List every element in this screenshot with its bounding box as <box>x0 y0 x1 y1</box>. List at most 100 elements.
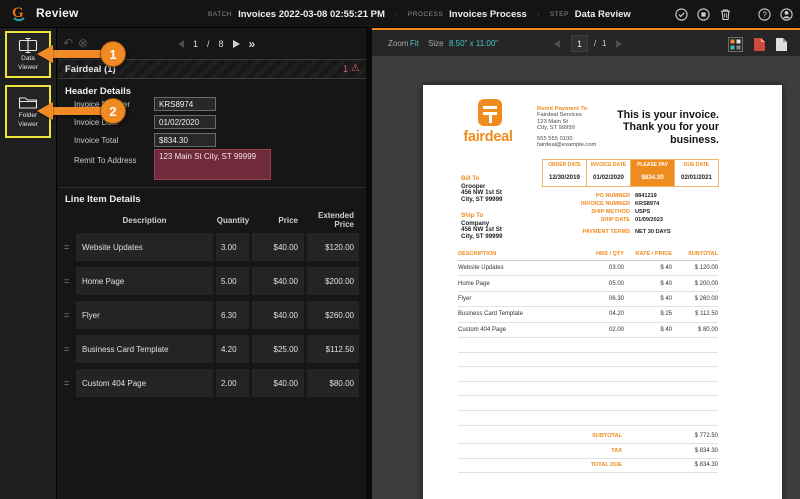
headline-line: This is your invoice. <box>617 109 719 121</box>
field-invoice-number[interactable]: KRS8974 <box>154 97 216 111</box>
cell-extended[interactable]: $80.00 <box>307 369 359 397</box>
invoice-items-header: DESCRIPTION HRS / QTY RATE / PRICE SUBTO… <box>458 251 718 261</box>
total-row-tax: TAX $ 834.30 <box>458 444 718 459</box>
pdf-file-icon[interactable] <box>753 37 766 52</box>
meta-label: SHIP DATE <box>600 217 630 223</box>
step-label: STEP <box>549 10 569 18</box>
field-label-remit-to-address: Remit To Address <box>74 156 137 165</box>
total-label: TAX <box>611 447 622 454</box>
drag-handle-icon[interactable]: = <box>64 369 69 397</box>
save-changes-icon[interactable]: ↶ <box>63 36 73 50</box>
cell-extended[interactable]: $200.00 <box>307 267 359 295</box>
cell-description[interactable]: Business Card Template <box>76 335 213 363</box>
table-row[interactable]: = Home Page 5.00 $40.00 $200.00 <box>58 267 366 295</box>
item-description: Home Page <box>458 280 490 287</box>
fairdeal-logo-icon <box>478 99 502 126</box>
image-page-input[interactable]: 1 <box>571 35 588 52</box>
inv-col-subtotal: SUBTOTAL <box>688 251 718 257</box>
drag-handle-icon[interactable]: = <box>64 335 69 363</box>
invoice-totals: SUBTOTAL $ 772.50 TAX $ 834.30 TOTAL DUE… <box>458 429 718 474</box>
thumbnail-view-icon[interactable] <box>728 37 743 52</box>
cell-price[interactable]: $25.00 <box>252 335 304 363</box>
skip-to-end-icon[interactable]: » <box>249 38 256 50</box>
page-title: Review <box>36 6 79 20</box>
separator-dot: · <box>536 9 540 19</box>
previous-image-icon[interactable] <box>554 40 560 48</box>
drag-handle-icon[interactable]: = <box>64 301 69 329</box>
user-account-icon[interactable] <box>779 7 794 22</box>
previous-page-icon[interactable] <box>178 40 184 48</box>
cell-extended[interactable]: $112.50 <box>307 335 359 363</box>
folder-icon <box>18 96 38 109</box>
callout-2-arrow-tail <box>52 107 104 115</box>
invoice-empty-row <box>458 367 718 382</box>
zoom-value[interactable]: Fit <box>410 39 419 48</box>
cell-quantity[interactable]: 3.00 <box>216 233 249 261</box>
field-invoice-total[interactable]: $834.30 <box>154 133 216 147</box>
total-label: SUBTOTAL <box>592 432 622 439</box>
cell-extended[interactable]: $260.00 <box>307 301 359 329</box>
item-subtotal: $ 80.00 <box>697 326 718 333</box>
item-qty: 05.00 <box>608 280 624 287</box>
item-rate: $ 40 <box>660 295 672 302</box>
table-row[interactable]: = Flyer 6.30 $40.00 $260.00 <box>58 301 366 329</box>
cell-description[interactable]: Flyer <box>76 301 213 329</box>
invoice-empty-row <box>458 396 718 411</box>
cell-quantity[interactable]: 5.00 <box>216 267 249 295</box>
cell-extended[interactable]: $120.00 <box>307 233 359 261</box>
invoice-page[interactable]: fairdeal Remit Payment To Fairdeal Servi… <box>423 85 782 499</box>
help-icon[interactable]: ? <box>757 7 772 22</box>
cell-price[interactable]: $40.00 <box>252 369 304 397</box>
summary-due-date: DUE DATE 02/01/2021 <box>675 160 718 186</box>
invoice-item-row: Custom 404 Page 02.00 $ 40 $ 80.00 <box>458 323 718 338</box>
header-details-title: Header Details <box>65 86 132 97</box>
ship-to-line: City, ST 99999 <box>461 232 503 240</box>
grooper-logo-icon: G <box>12 5 25 22</box>
cell-price[interactable]: $40.00 <box>252 267 304 295</box>
cell-price[interactable]: $40.00 <box>252 301 304 329</box>
folder-viewer-label-line1: Folder <box>18 111 38 119</box>
next-page-icon[interactable] <box>232 40 240 48</box>
invoice-item-row: Website Updates 03.00 $ 40 $ 120.00 <box>458 261 718 277</box>
drag-handle-icon[interactable]: = <box>64 267 69 295</box>
cancel-changes-icon[interactable]: ⊗ <box>78 36 88 50</box>
cell-description[interactable]: Website Updates <box>76 233 213 261</box>
cell-price[interactable]: $40.00 <box>252 233 304 261</box>
pager-total: 8 <box>218 39 224 49</box>
warning-icon: ⚠ <box>351 63 360 74</box>
field-invoice-date[interactable]: 01/02/2020 <box>154 115 216 129</box>
field-label-invoice-total: Invoice Total <box>74 136 119 145</box>
cell-quantity[interactable]: 6.30 <box>216 301 249 329</box>
invoice-empty-row <box>458 353 718 368</box>
table-row[interactable]: = Custom 404 Page 2.00 $40.00 $80.00 <box>58 369 366 397</box>
delete-icon[interactable] <box>718 7 733 22</box>
document-file-icon[interactable] <box>775 37 788 52</box>
cell-quantity[interactable]: 4.20 <box>216 335 249 363</box>
total-row-total-due: TOTAL DUE $ 834.30 <box>458 459 718 474</box>
table-row[interactable]: = Website Updates 3.00 $40.00 $120.00 <box>58 233 366 261</box>
cell-quantity[interactable]: 2.00 <box>216 369 249 397</box>
drag-handle-icon[interactable]: = <box>64 233 69 261</box>
callout-1-number: 1 <box>100 41 126 67</box>
cell-description[interactable]: Home Page <box>76 267 213 295</box>
data-viewer-label-line2: Viewer <box>18 64 38 71</box>
item-subtotal: $ 120.00 <box>694 265 718 272</box>
warning-count: 1 <box>343 64 349 74</box>
meta-label: PAYMENT TERMS <box>582 229 630 235</box>
meta-value: KRS8974 <box>635 201 660 207</box>
field-remit-to-address[interactable]: 123 Main St City, ST 99999 <box>154 149 271 180</box>
cell-description[interactable]: Custom 404 Page <box>76 369 213 397</box>
callout-1-arrow-tail <box>52 50 104 58</box>
svg-text:?: ? <box>762 10 767 19</box>
meta-value: USPS <box>635 209 651 215</box>
next-image-icon[interactable] <box>616 40 622 48</box>
item-description: Business Card Template <box>458 311 523 318</box>
callout-1-arrow-head <box>37 45 53 63</box>
table-row[interactable]: = Business Card Template 4.20 $25.00 $11… <box>58 335 366 363</box>
col-quantity: Quantity <box>216 216 250 225</box>
complete-task-icon[interactable] <box>674 7 689 22</box>
document-viewport[interactable]: fairdeal Remit Payment To Fairdeal Servi… <box>372 56 800 499</box>
invoice-empty-row <box>458 382 718 397</box>
invoice-headline: This is your invoice. Thank you for your… <box>581 109 719 146</box>
stop-task-icon[interactable] <box>696 7 711 22</box>
